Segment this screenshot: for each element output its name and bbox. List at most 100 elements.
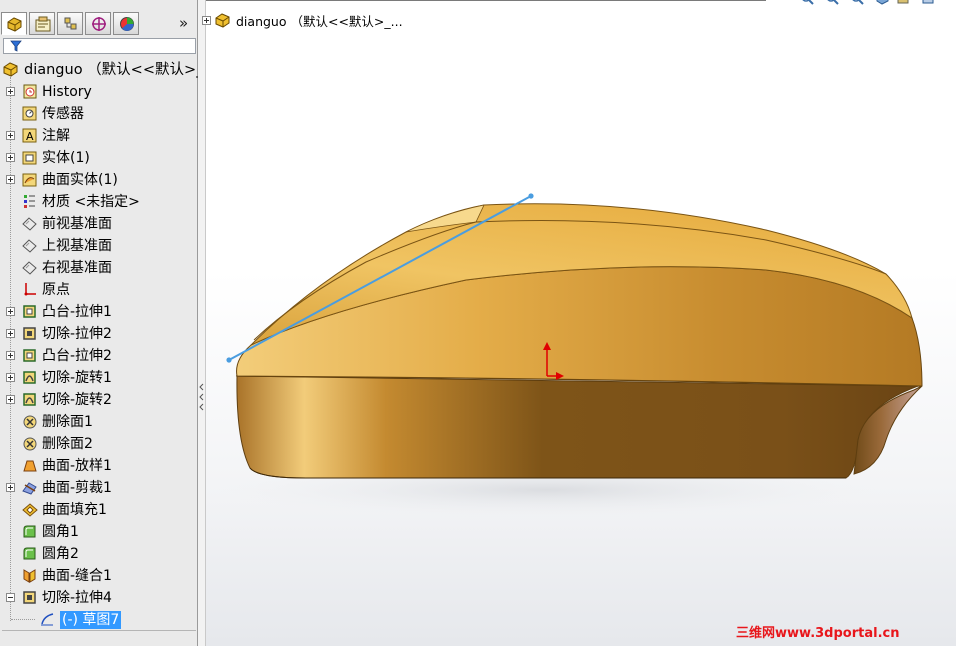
tree-item[interactable]: 右视基准面 [0,257,198,279]
surface-trim-icon [22,482,37,495]
expand-toggle[interactable] [6,175,15,184]
boss-extrude-icon [23,349,36,362]
tree-item-label: 原点 [42,282,70,298]
fillet-icon [23,547,36,560]
solid-bodies-icon [22,151,37,165]
cut-extrude-icon [23,591,36,604]
tree-item-label: History [42,84,92,100]
tree-item[interactable]: 传感器 [0,103,198,125]
tab-feature-manager[interactable] [1,12,27,35]
expand-toggle[interactable] [6,87,15,96]
tree-item[interactable]: 上视基准面 [0,235,198,257]
tab-property-manager[interactable] [29,12,55,35]
tree-item[interactable]: 曲面-放样1 [0,455,198,477]
expand-toggle[interactable] [6,373,15,382]
plane-icon [22,261,37,275]
tree-item[interactable]: 实体(1) [0,147,198,169]
surface-loft-icon [23,460,37,472]
tree-item-label: 切除-拉伸4 [42,590,112,606]
tree-item-label: 切除-旋转2 [42,392,112,408]
tree-item[interactable]: 曲面实体(1) [0,169,198,191]
expand-toggle[interactable] [6,131,15,140]
tree-root-item[interactable]: dianguo （默认<<默认>_ [0,59,203,81]
tree-item[interactable]: 删除面1 [0,411,198,433]
feature-manager-panel: » dianguo （默认<<默认>_ History 传感器 A 注解实体(1) 曲面… [0,0,203,646]
tab-display-manager[interactable] [113,12,139,35]
filter-icon [10,40,22,52]
tree-item[interactable]: 前视基准面 [0,213,198,235]
tree-item[interactable]: A 注解 [0,125,198,147]
sensor-icon [22,106,37,121]
surface-fill-icon [22,503,38,517]
tree-item-label: 圆角2 [42,546,79,562]
panel-divider [2,630,196,631]
display-manager-icon [120,17,134,31]
tree-item[interactable]: History [0,81,198,103]
tree-item-label: 曲面填充1 [42,502,107,518]
tree-item-label: 材质 <未指定> [42,194,140,210]
tab-dimxpert-manager[interactable] [85,12,111,35]
model-view[interactable] [206,0,956,646]
material-icon [24,195,35,208]
tree-item-label: 注解 [42,128,70,144]
sketch-icon [41,613,54,626]
cut-revolve-icon [23,371,36,384]
tree-item[interactable]: 材质 <未指定> [0,191,198,213]
tree-item[interactable]: 圆角2 [0,543,198,565]
tree-item-label: 曲面实体(1) [42,172,118,188]
cut-revolve-icon [23,393,36,406]
tree-item[interactable]: 曲面填充1 [0,499,198,521]
cut-extrude-icon [23,327,36,340]
tree-item[interactable]: 切除-旋转2 [0,389,198,411]
tree-item-label: 前视基准面 [42,216,112,232]
site-watermark: 三维网www.3dportal.cn [736,626,900,641]
dimxpert-icon [92,17,106,31]
plane-icon [22,217,37,231]
expand-toggle[interactable] [6,153,15,162]
tree-item-label: 曲面-缝合1 [42,568,112,584]
tree-item-label: 上视基准面 [42,238,112,254]
tree-item-label: 切除-旋转1 [42,370,112,386]
expand-toggle[interactable] [6,483,15,492]
tree-item-label: 曲面-放样1 [42,458,112,474]
expand-toggle[interactable] [6,395,15,404]
tree-item[interactable]: 曲面-剪裁1 [0,477,198,499]
tree-item-label: 右视基准面 [42,260,112,276]
tree-item-label: 删除面1 [42,414,93,430]
tree-item[interactable]: 删除面2 [0,433,198,455]
tree-item[interactable]: 切除-旋转1 [0,367,198,389]
tree-item-label: 凸台-拉伸1 [42,304,112,320]
expand-toggle[interactable] [6,351,15,360]
tree-item[interactable]: 圆角1 [0,521,198,543]
tree-item[interactable]: 凸台-拉伸2 [0,345,198,367]
tree-item[interactable]: 凸台-拉伸1 [0,301,198,323]
delete-face-icon [23,437,37,451]
boss-extrude-icon [23,305,36,318]
tree-item[interactable]: 原点 [0,279,198,301]
tree-filter-field[interactable] [3,38,196,54]
tree-item[interactable]: 切除-拉伸2 [0,323,198,345]
sketch-endpoint[interactable] [226,357,232,363]
splitter-grip-icon[interactable] [199,380,205,412]
tree-item[interactable]: 曲面-缝合1 [0,565,198,587]
tree-item-label: 切除-拉伸2 [42,326,112,342]
tree-item-label: 凸台-拉伸2 [42,348,112,364]
tree-item[interactable]: (-) 草图7 [0,609,198,631]
tree-item-label: 删除面2 [42,436,93,452]
tree-item-label: 圆角1 [42,524,79,540]
sketch-endpoint[interactable] [528,193,534,199]
panel-tab-bar: » [0,12,198,36]
tab-configuration-manager[interactable] [57,12,83,35]
tree-connector [11,619,35,620]
collapse-toggle[interactable] [6,593,15,602]
delete-face-icon [23,415,37,429]
panel-more-button[interactable]: » [179,14,188,32]
surface-knit-icon [23,569,36,583]
tree-item[interactable]: 切除-拉伸4 [0,587,198,609]
surface-bodies-icon [22,173,37,187]
expand-toggle[interactable] [6,329,15,338]
panel-splitter[interactable] [198,0,206,646]
svg-text:A: A [26,130,34,143]
expand-toggle[interactable] [6,307,15,316]
plane-icon [22,239,37,253]
